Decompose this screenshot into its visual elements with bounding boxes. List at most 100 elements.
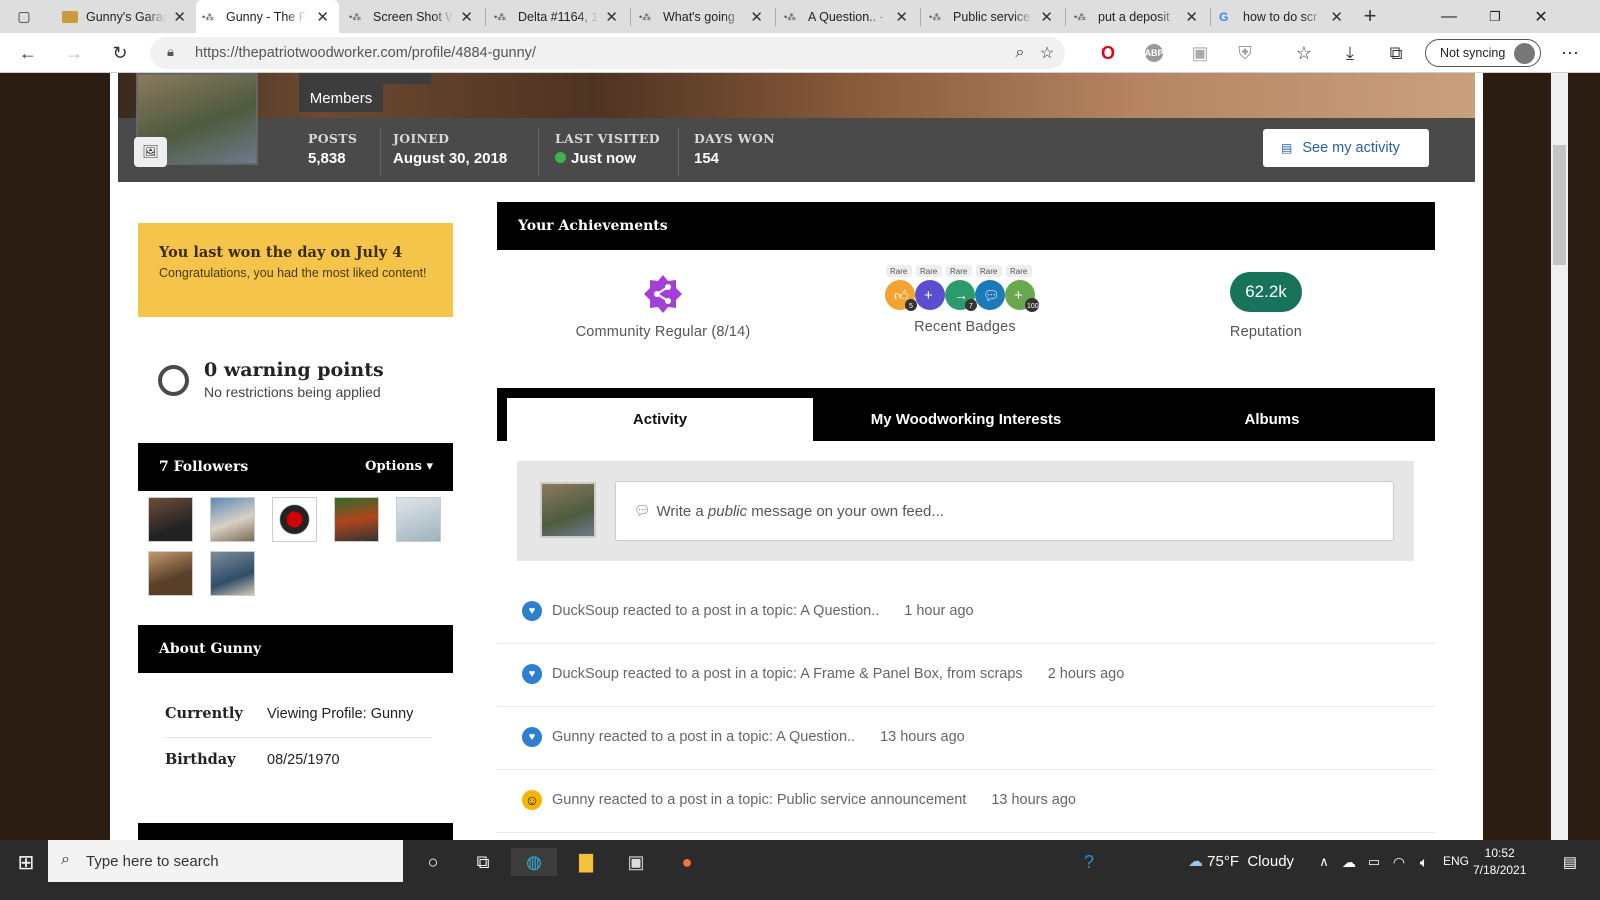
onedrive-icon[interactable]: ☁ — [1335, 848, 1363, 876]
tab-albums[interactable]: Albums — [1119, 398, 1425, 441]
opera-extension-icon[interactable]: O — [1096, 41, 1120, 65]
add-favorite-icon[interactable]: ☆ — [1035, 41, 1059, 65]
help-icon[interactable]: ? — [1075, 848, 1103, 876]
close-tab-icon[interactable]: ✕ — [460, 8, 473, 26]
follower-avatar[interactable] — [396, 497, 441, 542]
stat-value: Just now — [555, 150, 660, 167]
placeholder-post: message on your own feed... — [747, 502, 944, 520]
change-cover-photo-icon[interactable]: 🖼︎ — [134, 137, 167, 167]
close-tab-icon[interactable]: ✕ — [605, 8, 618, 26]
refresh-icon[interactable]: ↻ — [108, 41, 132, 65]
wifi-icon[interactable]: ◠ — [1385, 848, 1413, 876]
address-bar[interactable]: 🔒︎ https://thepatriotwoodworker.com/prof… — [150, 37, 1065, 69]
browser-tab[interactable]: •⁂ Screen Shot W ✕ — [343, 0, 483, 33]
site-favicon-icon: •⁂ — [929, 11, 942, 22]
weather-widget[interactable]: ☁ 75°F Cloudy — [1188, 852, 1294, 870]
followers-options-button[interactable]: Options ▾ — [365, 459, 433, 474]
firefox-icon[interactable]: ● — [673, 848, 701, 876]
follower-avatar[interactable] — [272, 497, 317, 542]
close-tab-icon[interactable]: ✕ — [750, 8, 763, 26]
browser-tab[interactable]: •⁂ A Question.. - ✕ — [778, 0, 918, 33]
achievement-rank[interactable]: Community Regular (8/14) — [550, 271, 776, 340]
site-favicon-icon: •⁂ — [1074, 11, 1087, 22]
edge-browser-icon[interactable]: ◍ — [511, 848, 557, 876]
zoom-icon[interactable]: ⌕ — [1008, 41, 1032, 65]
tab-actions-icon[interactable]: ▢ — [12, 4, 36, 28]
svg-text:💬︎: 💬︎ — [983, 288, 1000, 303]
more-menu-icon[interactable]: ⋯ — [1558, 41, 1582, 65]
follower-avatar[interactable] — [210, 497, 255, 542]
store-icon[interactable]: ▣ — [622, 848, 650, 876]
activity-divider — [497, 706, 1435, 707]
notifications-icon[interactable]: ▤ — [1556, 848, 1584, 876]
svg-text:Rare: Rare — [890, 267, 908, 276]
forward-icon[interactable]: → — [62, 41, 86, 65]
maximize-window-button[interactable]: ❐ — [1472, 0, 1518, 33]
svg-text:7: 7 — [969, 303, 973, 310]
activity-icon: ▤ — [1281, 141, 1293, 155]
stat-label: DAYS WON — [694, 131, 775, 146]
browser-tab[interactable]: Gunny's Garage ✕ — [56, 0, 196, 33]
activity-text[interactable]: DuckSoup reacted to a post in a topic: A… — [552, 603, 879, 619]
see-my-activity-button[interactable]: ▤ See my activity — [1263, 129, 1429, 167]
activity-item[interactable]: ♥ Gunny reacted to a post in a topic: A … — [522, 727, 965, 747]
activity-text[interactable]: Gunny reacted to a post in a topic: Publ… — [552, 792, 966, 808]
tab-woodworking-interests[interactable]: My Woodworking Interests — [813, 398, 1119, 441]
browser-tab-active[interactable]: •⁂ Gunny - The Patriot Woodworker ✕ — [196, 0, 339, 33]
browser-tab[interactable]: •⁂ Delta #1164, 1 ✕ — [488, 0, 628, 33]
stat-value: 154 — [694, 150, 720, 167]
task-view-icon[interactable]: ⧉ — [469, 848, 497, 876]
stat-joined: JOINED August 30, 2018 — [393, 131, 507, 167]
cover-photo: Members — [118, 73, 1475, 118]
close-tab-icon[interactable]: ✕ — [1040, 8, 1053, 26]
extension-icon[interactable]: ▣ — [1188, 41, 1212, 65]
browser-tab[interactable]: •⁂ put a deposit ✕ — [1068, 0, 1208, 33]
activity-item[interactable]: ☺ Gunny reacted to a post in a topic: Pu… — [522, 790, 1076, 810]
reputation-badge[interactable]: 62.2k — [1230, 272, 1302, 312]
close-tab-icon[interactable]: ✕ — [895, 8, 908, 26]
activity-item[interactable]: ♥ DuckSoup reacted to a post in a topic:… — [522, 601, 974, 621]
cortana-icon[interactable]: ○ — [419, 848, 447, 876]
download-icon[interactable]: ⤓ — [1338, 41, 1362, 65]
new-tab-button[interactable]: + — [1358, 3, 1382, 28]
show-hidden-icons-icon[interactable]: ∧ — [1310, 848, 1338, 876]
browser-tab[interactable]: •⁂ What's going ✕ — [633, 0, 773, 33]
close-tab-icon[interactable]: ✕ — [1330, 8, 1343, 26]
file-explorer-icon[interactable]: ▇ — [572, 848, 600, 876]
svg-text:100: 100 — [1027, 303, 1039, 310]
close-window-button[interactable]: ✕ — [1518, 0, 1564, 33]
minimize-window-button[interactable]: — — [1426, 0, 1472, 33]
shield-icon[interactable]: ⛨ — [1233, 41, 1257, 65]
status-message-input[interactable]: 💬︎ Write a public message on your own fe… — [615, 481, 1394, 541]
url-text[interactable]: https://thepatriotwoodworker.com/profile… — [195, 45, 536, 61]
close-tab-icon[interactable]: ✕ — [316, 8, 329, 26]
back-icon[interactable]: ← — [16, 41, 40, 65]
clock[interactable]: 10:52 7/18/2021 — [1473, 845, 1526, 879]
language-indicator[interactable]: ENG — [1443, 854, 1469, 868]
windows-start-icon[interactable]: ⊞ — [12, 848, 40, 876]
taskbar-search-box[interactable]: ⌕ Type here to search — [48, 840, 403, 882]
scrollbar-thumb[interactable] — [1553, 145, 1566, 265]
browser-tab[interactable]: G how to do scr ✕ — [1213, 0, 1353, 33]
adblock-extension-icon[interactable]: ABP — [1142, 41, 1166, 65]
activity-item[interactable]: ♥ DuckSoup reacted to a post in a topic:… — [522, 664, 1124, 684]
follower-avatar[interactable] — [148, 497, 193, 542]
collections-icon[interactable]: ⧉ — [1384, 41, 1408, 65]
favorites-icon[interactable]: ☆ — [1292, 41, 1316, 65]
follower-avatar[interactable] — [210, 551, 255, 596]
close-tab-icon[interactable]: ✕ — [1185, 8, 1198, 26]
activity-text[interactable]: Gunny reacted to a post in a topic: A Qu… — [552, 729, 855, 745]
tab-activity[interactable]: Activity — [507, 398, 813, 441]
follower-avatar[interactable] — [148, 551, 193, 596]
battery-icon[interactable]: ▭ — [1360, 848, 1388, 876]
profile-sync-button[interactable]: Not syncing — [1425, 39, 1541, 67]
achievement-recent-badges[interactable]: Rare Rare Rare Rare Rare 👍︎ + → 💬︎ + 5 7… — [870, 265, 1060, 335]
activity-text[interactable]: DuckSoup reacted to a post in a topic: A… — [552, 666, 1023, 682]
name-band — [299, 73, 431, 84]
browser-tab[interactable]: •⁂ Public service ✕ — [923, 0, 1063, 33]
stat-label: JOINED — [393, 131, 450, 146]
follower-avatar[interactable] — [334, 497, 379, 542]
close-tab-icon[interactable]: ✕ — [173, 8, 186, 26]
profile-tabs: Activity My Woodworking Interests Albums — [497, 388, 1435, 441]
volume-icon[interactable]: 🔈︎ — [1410, 848, 1438, 876]
